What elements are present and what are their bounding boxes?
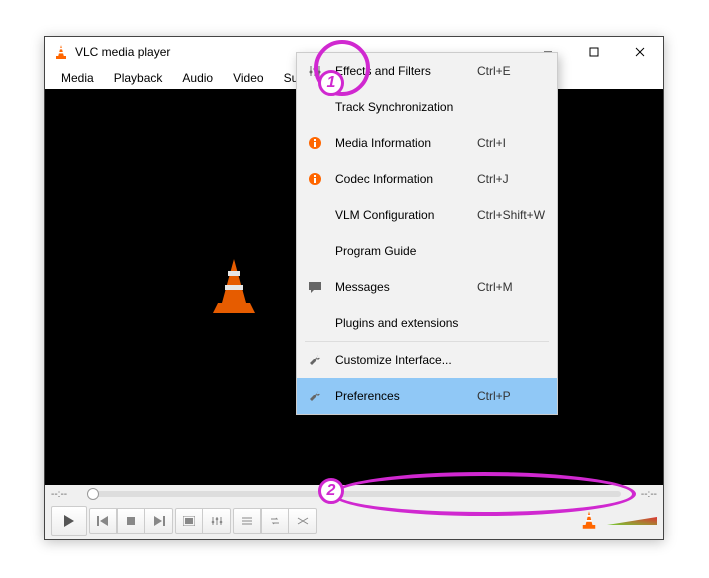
menu-audio[interactable]: Audio <box>172 68 223 88</box>
annotation-badge-1: 1 <box>318 70 344 96</box>
dropdown-item-shortcut: Ctrl+Shift+W <box>477 208 557 222</box>
info-icon <box>305 172 325 186</box>
dropdown-item-label: Codec Information <box>335 172 477 186</box>
dropdown-item-shortcut: Ctrl+E <box>477 64 557 78</box>
window-title: VLC media player <box>75 45 170 59</box>
time-remaining: --:-- <box>627 489 657 500</box>
dropdown-item-vlm-configuration[interactable]: VLM ConfigurationCtrl+Shift+W <box>297 197 557 233</box>
vlc-cone-icon <box>53 44 69 60</box>
dropdown-item-label: Track Synchronization <box>335 100 477 114</box>
volume-icon[interactable] <box>579 510 601 532</box>
fullscreen-button[interactable] <box>175 508 203 534</box>
annotation-badge-2: 2 <box>318 478 344 504</box>
wrench-icon <box>305 353 325 367</box>
stop-button[interactable] <box>117 508 145 534</box>
dropdown-item-shortcut: Ctrl+I <box>477 136 557 150</box>
info-icon <box>305 136 325 150</box>
close-button[interactable] <box>617 37 663 67</box>
prev-button[interactable] <box>89 508 117 534</box>
next-button[interactable] <box>145 508 173 534</box>
seek-thumb[interactable] <box>87 488 99 500</box>
dropdown-item-label: Program Guide <box>335 244 477 258</box>
dropdown-item-shortcut: Ctrl+J <box>477 172 557 186</box>
play-button[interactable] <box>51 506 87 536</box>
loop-button[interactable] <box>261 508 289 534</box>
dropdown-item-label: Preferences <box>335 389 477 403</box>
dropdown-item-label: Customize Interface... <box>335 353 477 367</box>
controls-bar <box>45 503 663 539</box>
dropdown-item-codec-information[interactable]: Codec InformationCtrl+J <box>297 161 557 197</box>
msg-icon <box>305 281 325 293</box>
dropdown-item-preferences[interactable]: PreferencesCtrl+P <box>297 378 557 414</box>
seek-bar-row: --:-- --:-- <box>45 485 663 503</box>
menu-media[interactable]: Media <box>51 68 104 88</box>
maximize-button[interactable] <box>571 37 617 67</box>
tools-dropdown: Effects and FiltersCtrl+E Track Synchroni… <box>296 52 558 415</box>
seek-slider[interactable] <box>87 491 621 497</box>
dropdown-item-label: Effects and Filters <box>335 64 477 78</box>
shuffle-button[interactable] <box>289 508 317 534</box>
ext-settings-button[interactable] <box>203 508 231 534</box>
dropdown-item-program-guide[interactable]: Program Guide <box>297 233 557 269</box>
vlc-cone-large-icon <box>209 257 259 315</box>
dropdown-item-customize-interface[interactable]: Customize Interface... <box>297 342 557 378</box>
dropdown-item-plugins-and-extensions[interactable]: Plugins and extensions <box>297 305 557 341</box>
time-elapsed: --:-- <box>51 489 81 500</box>
dropdown-item-label: Messages <box>335 280 477 294</box>
wrench-icon <box>305 389 325 403</box>
playlist-button[interactable] <box>233 508 261 534</box>
dropdown-item-media-information[interactable]: Media InformationCtrl+I <box>297 125 557 161</box>
dropdown-item-messages[interactable]: MessagesCtrl+M <box>297 269 557 305</box>
dropdown-item-label: Plugins and extensions <box>335 316 477 330</box>
menu-video[interactable]: Video <box>223 68 273 88</box>
dropdown-item-shortcut: Ctrl+M <box>477 280 557 294</box>
menu-playback[interactable]: Playback <box>104 68 173 88</box>
dropdown-item-shortcut: Ctrl+P <box>477 389 557 403</box>
dropdown-item-label: VLM Configuration <box>335 208 477 222</box>
dropdown-item-label: Media Information <box>335 136 477 150</box>
volume-slider[interactable] <box>607 517 657 525</box>
